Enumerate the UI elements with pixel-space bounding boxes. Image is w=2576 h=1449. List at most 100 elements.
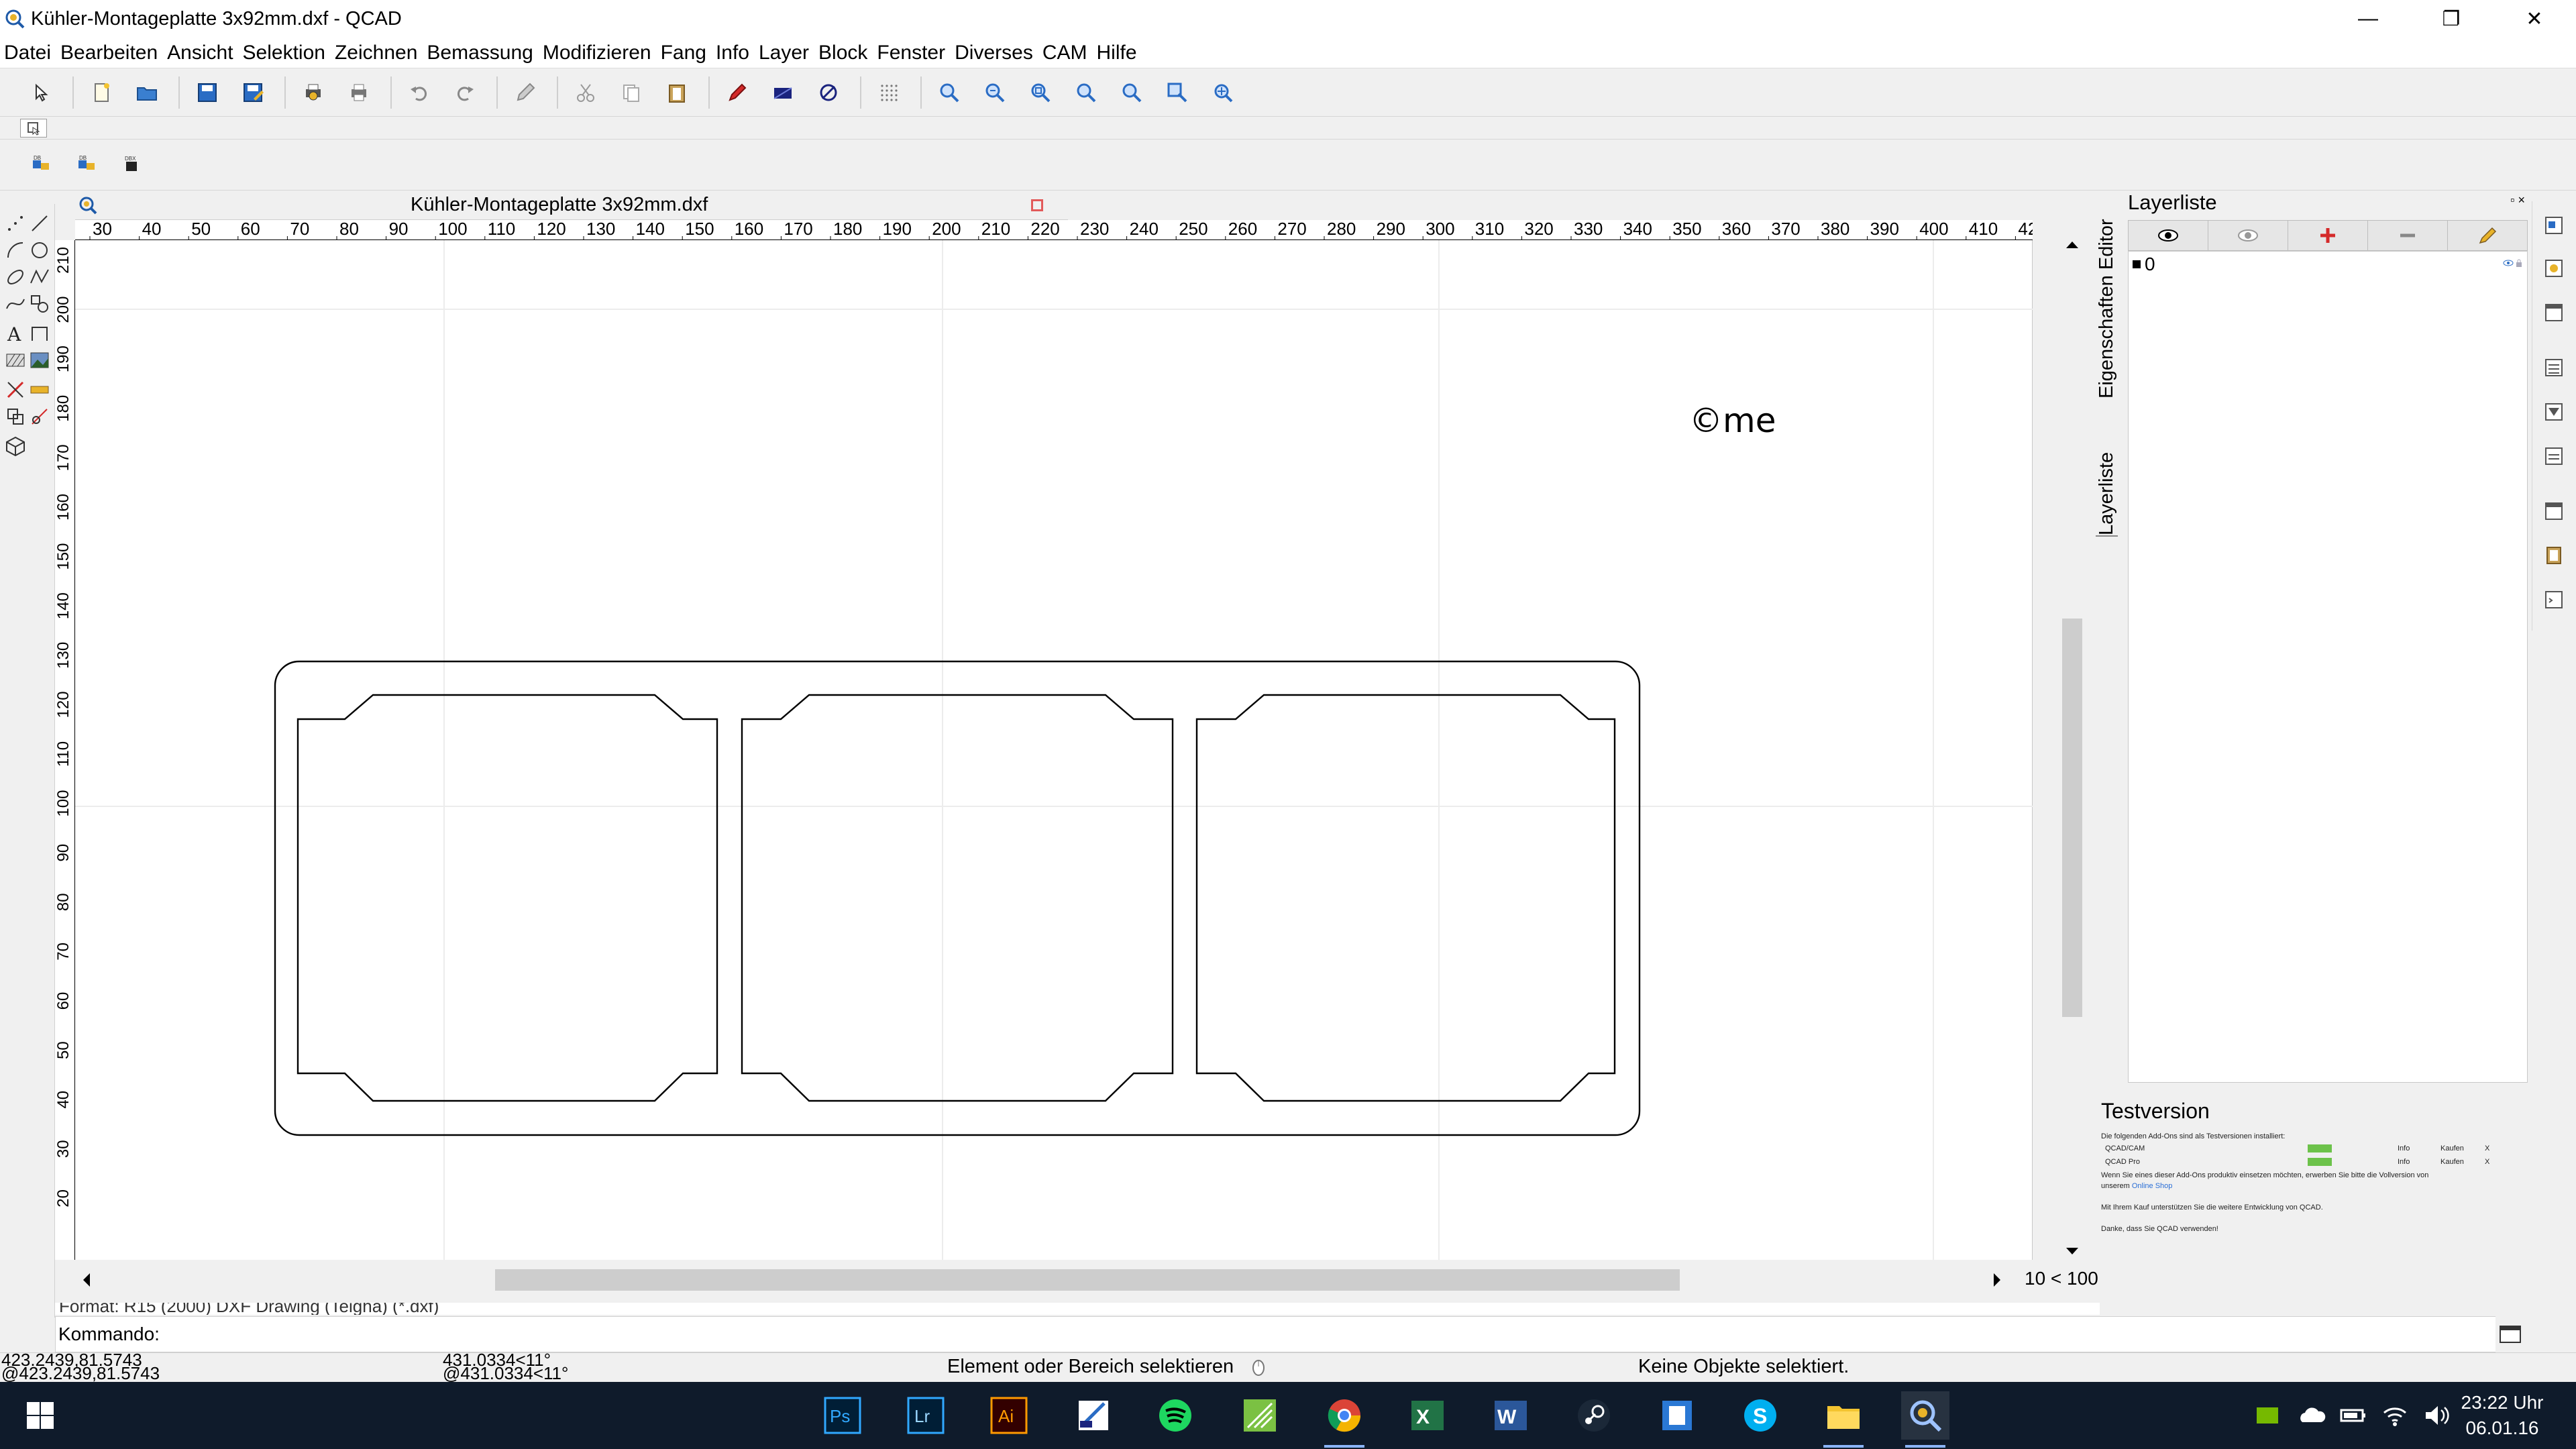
color-fill-icon[interactable] (762, 72, 804, 113)
close-button[interactable]: ✕ (2493, 0, 2576, 38)
taskbar-photoshop[interactable]: Ps (818, 1391, 867, 1440)
taskbar-qcad[interactable] (1901, 1391, 1949, 1448)
dock-library-icon[interactable] (2543, 258, 2565, 279)
pan-icon[interactable] (1202, 72, 1244, 113)
hatch-tool-icon[interactable] (4, 349, 27, 372)
taskbar-chrome[interactable] (1320, 1391, 1368, 1448)
grid-icon[interactable] (868, 72, 910, 113)
document-tab[interactable]: Kühler-Montageplatte 3x92mm.dxf (75, 191, 1068, 220)
addon-pro-buy-link[interactable]: Kaufen (2440, 1158, 2464, 1166)
dock-properties-icon[interactable] (2543, 215, 2565, 236)
copy-icon[interactable] (610, 72, 652, 113)
taskbar-excel[interactable]: X (1403, 1391, 1452, 1440)
dock-list-icon[interactable] (2543, 445, 2565, 467)
image-tool-icon[interactable] (28, 349, 51, 372)
taskbar-app-blue[interactable] (1653, 1391, 1701, 1440)
menu-datei[interactable]: Datei (4, 42, 51, 64)
block-tool-icon[interactable] (4, 405, 27, 428)
scroll-up-icon[interactable] (2063, 236, 2081, 254)
tab-properties-editor[interactable]: Eigenschaften Editor (2096, 204, 2118, 398)
taskbar-illustrator[interactable]: Ai (985, 1391, 1033, 1440)
vertical-scroll-thumb[interactable] (2062, 619, 2082, 1017)
menu-info[interactable]: Info (716, 42, 749, 64)
3d-tool-icon[interactable] (4, 435, 27, 458)
print-icon[interactable] (338, 72, 380, 113)
spline-tool-icon[interactable] (4, 292, 27, 315)
addon-cam-remove-link[interactable]: X (2485, 1144, 2489, 1152)
taskbar-word[interactable]: W (1487, 1391, 1535, 1440)
info-tool-icon[interactable] (28, 405, 51, 428)
close-document-icon[interactable] (1031, 199, 1043, 211)
ellipse-tool-icon[interactable] (4, 266, 27, 288)
menu-diverses[interactable]: Diverses (955, 42, 1033, 64)
layer-lock-icon[interactable] (2515, 258, 2523, 268)
drawing-canvas[interactable]: ©me (75, 240, 2033, 1260)
modify-tool-icon[interactable] (4, 378, 27, 401)
line-tool-icon[interactable] (28, 212, 51, 235)
shape-tool-icon[interactable] (28, 292, 51, 315)
snap-free-icon[interactable] (20, 118, 47, 138)
dock-command-icon[interactable] (2543, 589, 2565, 610)
wifi-icon[interactable] (2380, 1402, 2410, 1429)
color-pen-icon[interactable] (716, 72, 758, 113)
copyright-text[interactable]: ©me (1689, 401, 1776, 440)
menu-layer[interactable]: Layer (759, 42, 809, 64)
nvidia-icon[interactable] (2254, 1402, 2281, 1429)
circle-tool-icon[interactable] (28, 239, 51, 262)
system-clock[interactable]: 23:22 Uhr 06.01.16 (2449, 1390, 2556, 1441)
dimension-tool-icon[interactable] (28, 322, 51, 345)
zoom-selection-icon[interactable] (1157, 72, 1198, 113)
vertical-scrollbar[interactable] (2059, 232, 2085, 1265)
save-icon[interactable] (186, 72, 228, 113)
battery-icon[interactable] (2339, 1402, 2368, 1429)
volume-icon[interactable] (2422, 1402, 2451, 1429)
measure-tool-icon[interactable] (28, 378, 51, 401)
menu-block[interactable]: Block (818, 42, 867, 64)
dock-clipboard-icon[interactable] (2543, 545, 2565, 566)
layer-row[interactable]: 0 (2130, 253, 2526, 276)
open-folder-icon[interactable] (126, 72, 168, 113)
pen-icon[interactable] (504, 72, 546, 113)
cloud-icon[interactable] (2297, 1402, 2326, 1429)
drawing-svg[interactable] (75, 240, 2033, 1260)
dock-window-icon[interactable] (2543, 500, 2565, 522)
addon-cam-buy-link[interactable]: Kaufen (2440, 1144, 2464, 1152)
redo-icon[interactable] (444, 72, 486, 113)
select-icon[interactable] (20, 72, 62, 113)
block-explode-icon[interactable]: DBX (111, 145, 153, 185)
line-width-icon[interactable] (808, 72, 849, 113)
scroll-down-icon[interactable] (2063, 1242, 2081, 1260)
menu-fang[interactable]: Fang (661, 42, 706, 64)
cut-icon[interactable] (565, 72, 606, 113)
tab-layer-list[interactable]: Layerliste (2096, 436, 2118, 537)
print-preview-icon[interactable] (292, 72, 334, 113)
mounting-plate-drawing[interactable] (274, 660, 1641, 1136)
zoom-auto-icon[interactable] (1020, 72, 1061, 113)
taskbar-spotify[interactable] (1151, 1391, 1199, 1440)
menu-selektion[interactable]: Selektion (243, 42, 325, 64)
zoom-out-icon[interactable] (974, 72, 1016, 113)
maximize-button[interactable]: ❐ (2410, 0, 2493, 38)
menu-modifizieren[interactable]: Modifizieren (543, 42, 651, 64)
text-tool-icon[interactable]: A (4, 322, 27, 345)
zoom-window-icon[interactable] (1111, 72, 1152, 113)
polyline-tool-icon[interactable] (28, 266, 51, 288)
taskbar-paint-app[interactable] (1069, 1391, 1118, 1440)
show-all-layers-button[interactable] (2129, 221, 2208, 250)
taskbar-cura[interactable] (1236, 1391, 1284, 1440)
arc-tool-icon[interactable] (4, 239, 27, 262)
scroll-left-icon[interactable] (78, 1271, 95, 1289)
block-insert-icon[interactable]: DB (20, 145, 62, 185)
dock-layer-icon[interactable] (2543, 357, 2565, 378)
zoom-in-icon[interactable] (928, 72, 970, 113)
command-line[interactable]: Kommando: (55, 1316, 2497, 1352)
point-tool-icon[interactable] (4, 212, 27, 235)
menu-bemassung[interactable]: Bemassung (427, 42, 533, 64)
menu-bearbeiten[interactable]: Bearbeiten (60, 42, 158, 64)
taskbar-file-explorer[interactable] (1819, 1391, 1868, 1448)
start-button[interactable] (16, 1391, 64, 1440)
addon-cam-info-link[interactable]: Info (2398, 1144, 2410, 1152)
taskbar-lightroom[interactable]: Lr (902, 1391, 950, 1440)
scroll-right-icon[interactable] (1988, 1271, 2006, 1289)
menu-cam[interactable]: CAM (1042, 42, 1087, 64)
